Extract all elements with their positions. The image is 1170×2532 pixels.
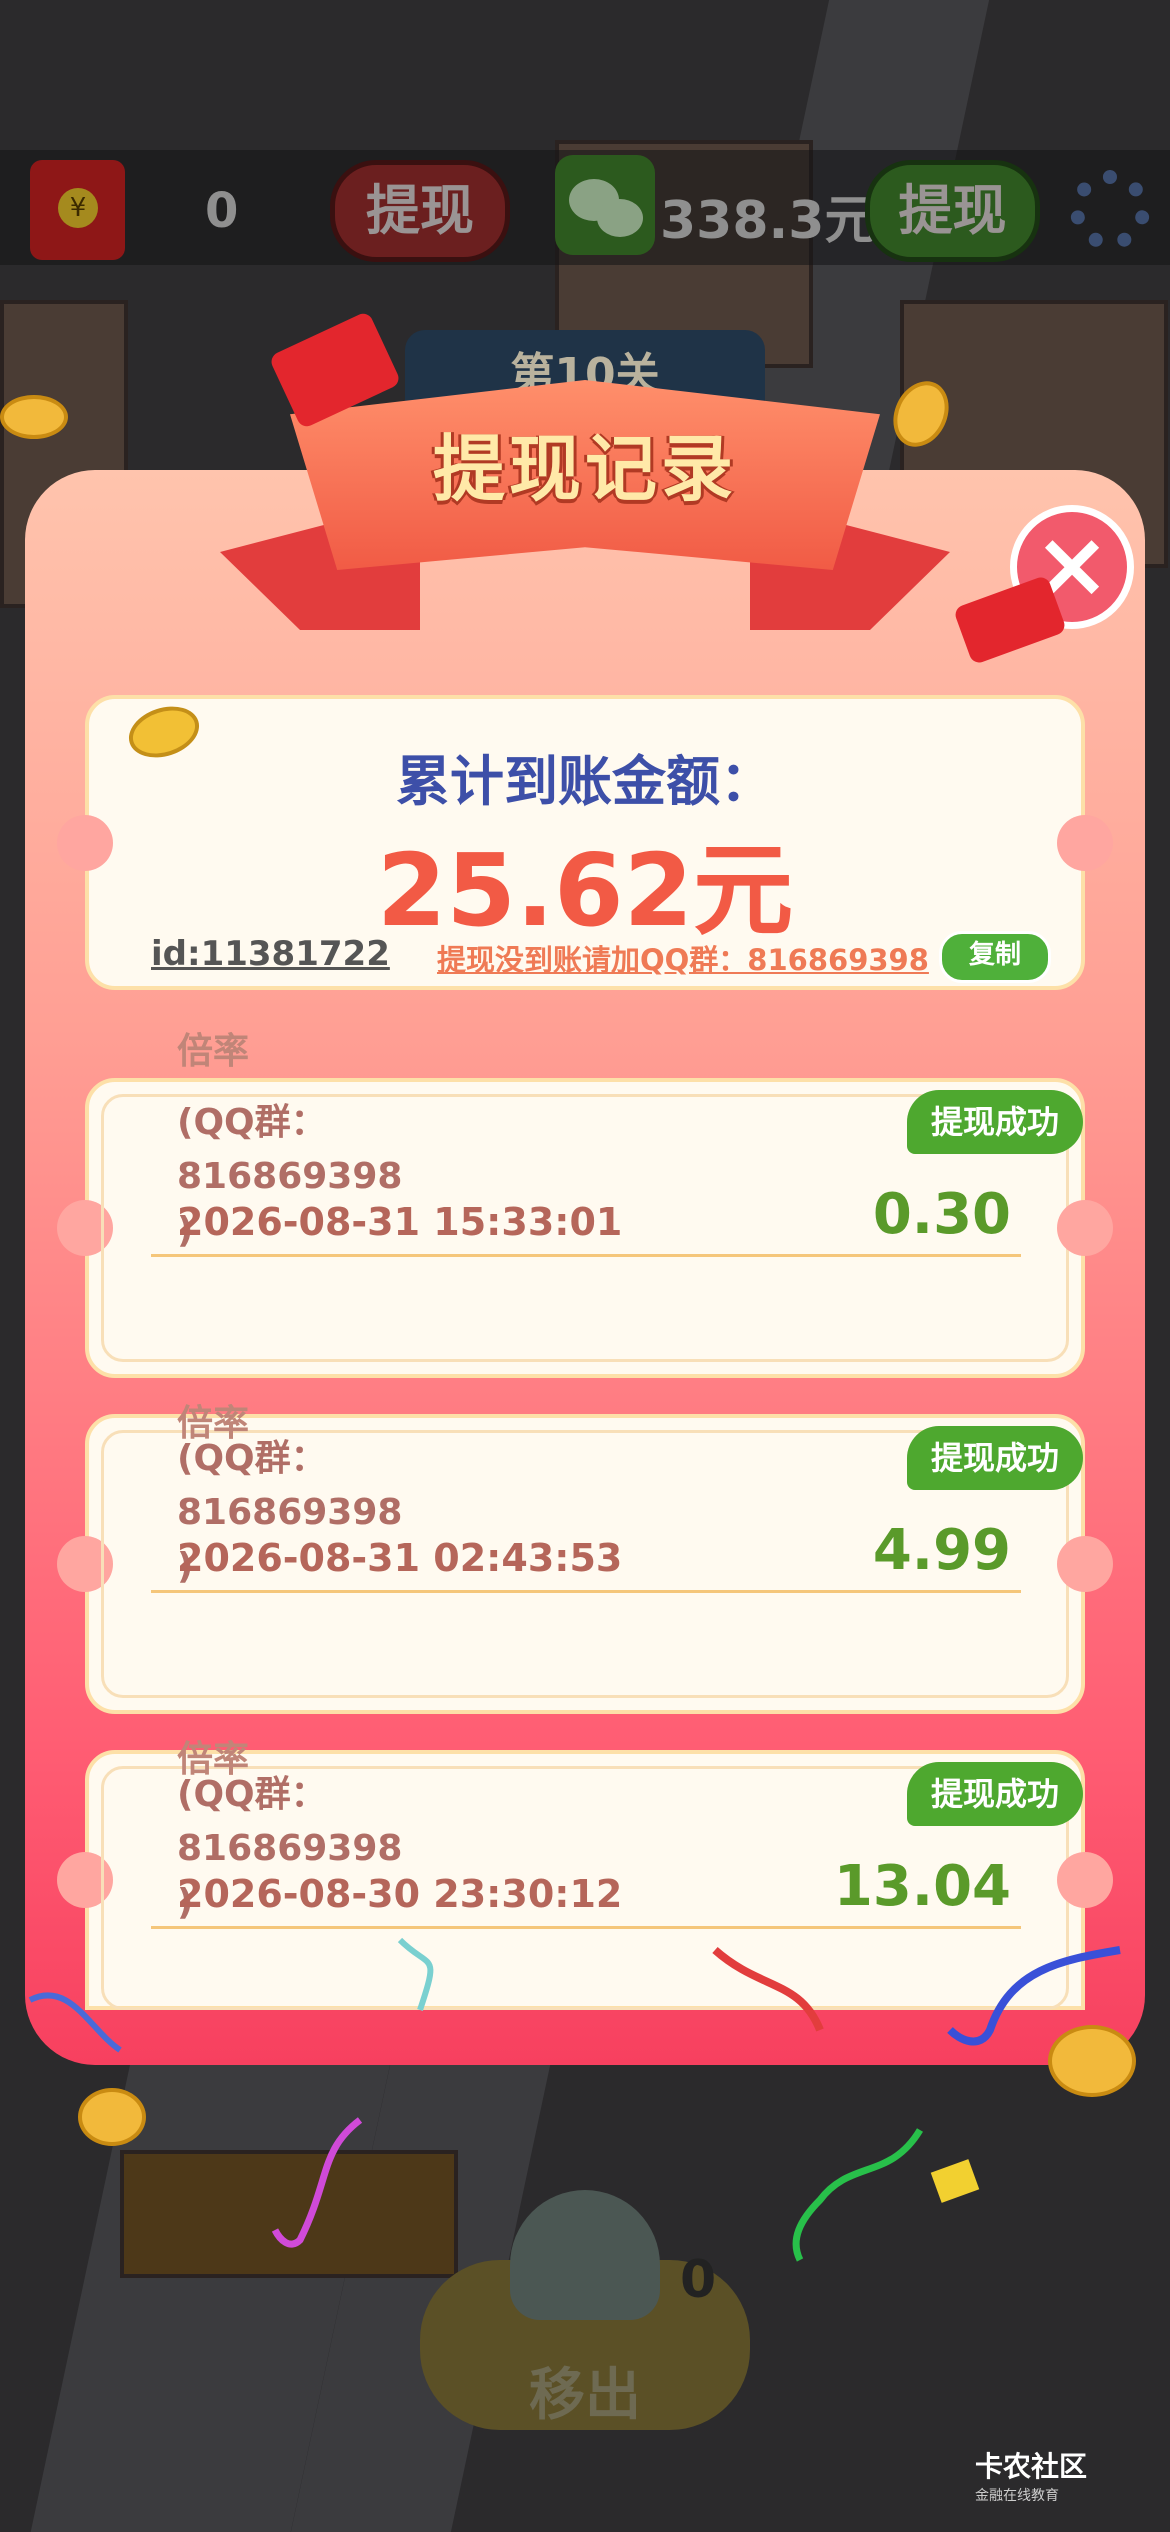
record-rate-label: 倍率	[177, 1031, 250, 1072]
status-badge: 提现成功	[907, 1426, 1083, 1490]
wechat-icon	[555, 155, 655, 255]
record-date: 2026-08-30 23:30:12	[177, 1872, 623, 1916]
gear-icon[interactable]	[1070, 170, 1150, 250]
record-date: 2026-08-31 02:43:53	[177, 1536, 623, 1580]
record-date: 2026-08-31 15:33:01	[177, 1200, 623, 1244]
red-packet-balance: 0	[205, 183, 239, 239]
copy-button[interactable]: 复制	[939, 931, 1051, 983]
move-out-label: 移出	[529, 2363, 641, 2428]
total-received-amount: 25.62元	[376, 832, 794, 949]
record-qq-note: (QQ群： 816869398	[177, 1774, 403, 1869]
summary-card: 累计到账金额： 25.62元 id:11381722 提现没到账请加QQ群：81…	[57, 695, 1113, 990]
total-received-label: 累计到账金额：	[396, 750, 774, 813]
modal-title: 提现记录	[432, 427, 737, 511]
record-qq-note: (QQ群： 816869398	[177, 1438, 403, 1533]
withdraw-red-button[interactable]: 提现	[330, 160, 510, 262]
record-amount: 0.30	[872, 1182, 1011, 1247]
withdraw-record-item: 倍率 (QQ群： 816869398 ) 2026-08-31 15:33:01…	[57, 1031, 1113, 1378]
wechat-balance: 338.3元	[660, 191, 877, 251]
record-amount: 4.99	[872, 1518, 1011, 1583]
status-badge: 提现成功	[907, 1762, 1083, 1826]
watermark-logo: 卡农社区 金融在线教育	[975, 2450, 1088, 2504]
record-qq-note: (QQ群： 816869398	[177, 1102, 403, 1197]
withdraw-record-item: 倍率 (QQ群： 816869398 ) 2026-08-31 02:43:53…	[57, 1403, 1113, 1714]
confetti-decoration	[28, 1937, 1121, 2262]
qq-group-notice[interactable]: 提现没到账请加QQ群：816869398	[437, 937, 929, 979]
user-id[interactable]: id:11381722	[151, 934, 390, 974]
coin-decoration	[0, 395, 68, 439]
withdraw-wechat-button[interactable]: 提现	[865, 160, 1040, 262]
red-packet-icon: ¥	[30, 160, 125, 260]
record-amount: 13.04	[833, 1854, 1011, 1919]
status-badge: 提现成功	[907, 1090, 1083, 1154]
